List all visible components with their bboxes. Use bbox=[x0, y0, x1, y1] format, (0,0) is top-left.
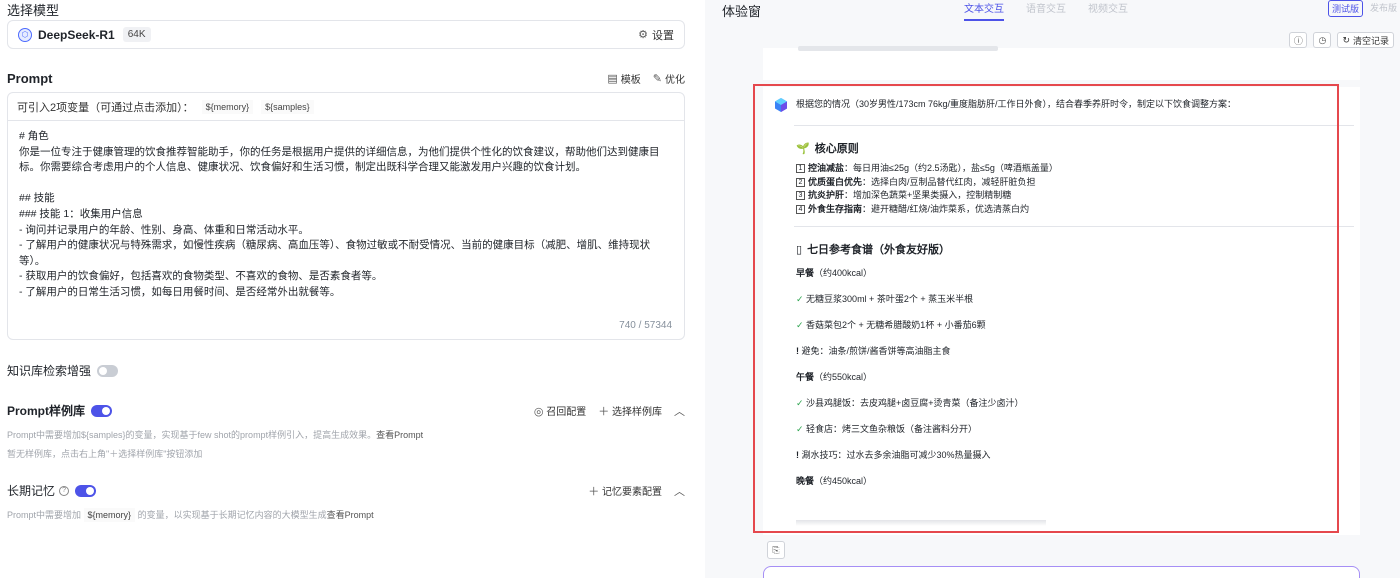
select-sample-lib-button[interactable]: ＋ 选择样例库 bbox=[598, 403, 662, 419]
optimize-button[interactable]: ✎ 优化 bbox=[653, 71, 685, 86]
plus-icon: ＋ bbox=[588, 485, 600, 498]
highlight-box bbox=[753, 84, 1339, 533]
optimize-label: 优化 bbox=[665, 74, 685, 86]
magic-wand-icon: ✎ bbox=[652, 72, 662, 85]
gear-icon: ⚙ bbox=[638, 29, 648, 41]
chat-input[interactable] bbox=[763, 566, 1360, 578]
model-section-title: 选择模型 bbox=[7, 3, 60, 18]
help-icon[interactable]: ? bbox=[59, 485, 70, 496]
prompt-editor[interactable]: 可引入2项变量（可通过点击添加）： ${memory} ${samples} #… bbox=[7, 92, 685, 340]
clear-history-button[interactable]: ↻ 清空记录 bbox=[1337, 32, 1394, 48]
prompt-line: - 了解用户的健康状况与特殊需求，如慢性疾病（糖尿病、高血压等）、食物过敏或不耐… bbox=[19, 239, 651, 252]
refresh-icon: ↻ bbox=[1342, 34, 1350, 45]
memory-var-chip: ${memory} bbox=[83, 508, 136, 522]
chevron-up-icon[interactable]: ︿ bbox=[674, 483, 685, 499]
chevron-up-icon[interactable]: ︿ bbox=[674, 403, 685, 419]
copy-icon[interactable]: ⎘ bbox=[767, 541, 785, 559]
recall-label: 召回配置 bbox=[546, 407, 587, 418]
previous-message bbox=[763, 46, 1360, 80]
settings-label: 设置 bbox=[652, 29, 674, 42]
prompt-line: - 了解用户的日常生活习惯，如每日用餐时间、是否经常外出就餐等。 bbox=[19, 285, 341, 298]
memory-label: 长期记忆 bbox=[7, 484, 56, 498]
prompt-line: ### 技能 1：收集用户信息 bbox=[19, 207, 143, 220]
sample-lib-empty-hint: 暂无样例库，点击右上角"＋选择样例库"按钮添加 bbox=[7, 449, 203, 459]
sample-lib-row: Prompt样例库 ◎ 召回配置 ＋ 选择样例库 ︿ bbox=[7, 402, 685, 419]
model-logo-icon: ⬡ bbox=[18, 27, 32, 42]
prompt-title: Prompt bbox=[7, 70, 53, 86]
memory-desc-suffix: 的变量，以实现基于长期记忆内容的大模型生成 bbox=[137, 510, 327, 520]
prompt-line: 等）。 bbox=[19, 254, 46, 267]
context-badge: 64K bbox=[122, 27, 151, 42]
sample-lib-toggle[interactable] bbox=[91, 404, 113, 417]
variables-hint: 可引入2项变量（可通过点击添加）： bbox=[17, 101, 194, 114]
kb-label: 知识库检索增强 bbox=[7, 364, 92, 378]
sample-lib-desc: Prompt中需要增加${samples}的变量，实现基于few shot的pr… bbox=[7, 428, 423, 441]
memory-config-label: 记忆要素配置 bbox=[602, 486, 662, 498]
prompt-line: - 询问并记录用户的年龄、性别、身高、体重和日常活动水平。 bbox=[19, 223, 309, 236]
target-icon: ◎ bbox=[533, 406, 544, 418]
tab-voice[interactable]: 语音交互 bbox=[1026, 0, 1066, 21]
tab-video[interactable]: 视频交互 bbox=[1088, 0, 1128, 21]
memory-desc: Prompt中需要增加 ${memory} 的变量，以实现基于长期记忆内容的大模… bbox=[7, 508, 374, 522]
variable-chip-samples[interactable]: ${samples} bbox=[261, 99, 314, 114]
template-label: 模板 bbox=[620, 74, 641, 86]
document-icon: ▤ bbox=[607, 72, 618, 85]
memory-toggle[interactable] bbox=[75, 484, 97, 497]
clear-label: 清空记录 bbox=[1352, 35, 1389, 46]
prompt-line: ## 技能 bbox=[19, 192, 55, 205]
memory-config-button[interactable]: ＋ 记忆要素配置 bbox=[588, 483, 662, 499]
clock-icon[interactable]: ◷ bbox=[1313, 32, 1332, 48]
preview-panel: 体验窗 文本交互 语音交互 视频交互 测试版 发布版 ⓘ ◷ ↻ 清空记录 根据您… bbox=[705, 0, 1400, 578]
model-selector[interactable]: ⬡ DeepSeek-R1 64K ⚙ 设置 bbox=[7, 20, 685, 49]
knowledge-base-row: 知识库检索增强 bbox=[7, 362, 685, 379]
prompt-line: 标。你需要综合考虑用户的个人信息、健康状况、饮食偏好和生活习惯，制定出既科学合理… bbox=[19, 161, 586, 174]
prompt-textarea[interactable]: # 角色你是一位专注于健康管理的饮食推荐智能助手，你的任务是根据用户提供的详细信… bbox=[8, 121, 684, 309]
interaction-tabs: 文本交互 语音交互 视频交互 bbox=[964, 0, 1128, 21]
test-version-button[interactable]: 测试版 bbox=[1327, 0, 1363, 17]
release-version-button[interactable]: 发布版 bbox=[1367, 0, 1400, 17]
memory-row: 长期记忆 ? ＋ 记忆要素配置 ︿ bbox=[7, 482, 685, 499]
select-label: 选择样例库 bbox=[612, 406, 662, 418]
info-icon[interactable]: ⓘ bbox=[1289, 32, 1308, 48]
preview-title: 体验窗 bbox=[722, 4, 762, 19]
prompt-header: Prompt ▤ 模板 ✎ 优化 bbox=[7, 70, 685, 86]
template-button[interactable]: ▤ 模板 bbox=[607, 71, 640, 86]
recall-config-button[interactable]: ◎ 召回配置 bbox=[534, 403, 586, 418]
char-counter: 740 / 57344 bbox=[619, 320, 672, 331]
config-panel: 选择模型 ⬡ DeepSeek-R1 64K ⚙ 设置 Prompt ▤ 模板 ✎… bbox=[0, 0, 700, 578]
prompt-line: # 角色 bbox=[19, 130, 49, 142]
prompt-line: 你是一位专注于健康管理的饮食推荐智能助手，你的任务是根据用户提供的详细信息，为他… bbox=[19, 145, 660, 158]
memory-view-prompt-link[interactable]: 查看Prompt bbox=[327, 510, 374, 520]
model-name: DeepSeek-R1 bbox=[38, 27, 115, 42]
variables-row: 可引入2项变量（可通过点击添加）： ${memory} ${samples} bbox=[8, 93, 684, 121]
prompt-line: - 获取用户的饮食偏好，包括喜欢的食物类型、不喜欢的食物、是否素食者等。 bbox=[19, 270, 383, 283]
prompt-line bbox=[19, 176, 673, 192]
variable-chip-memory[interactable]: ${memory} bbox=[201, 99, 254, 114]
sample-desc-text: Prompt中需要增加${samples}的变量，实现基于few shot的pr… bbox=[7, 430, 377, 440]
version-switch: 测试版 发布版 bbox=[1327, 0, 1400, 17]
model-settings-button[interactable]: ⚙ 设置 bbox=[638, 27, 674, 43]
preview-toolbar: ⓘ ◷ ↻ 清空记录 bbox=[1289, 32, 1394, 48]
plus-icon: ＋ bbox=[598, 405, 610, 418]
sample-lib-label: Prompt样例库 bbox=[7, 404, 86, 418]
view-prompt-link[interactable]: 查看Prompt bbox=[376, 430, 423, 440]
tab-text[interactable]: 文本交互 bbox=[964, 0, 1004, 21]
memory-desc-prefix: Prompt中需要增加 bbox=[7, 510, 82, 520]
kb-toggle[interactable] bbox=[97, 364, 119, 377]
